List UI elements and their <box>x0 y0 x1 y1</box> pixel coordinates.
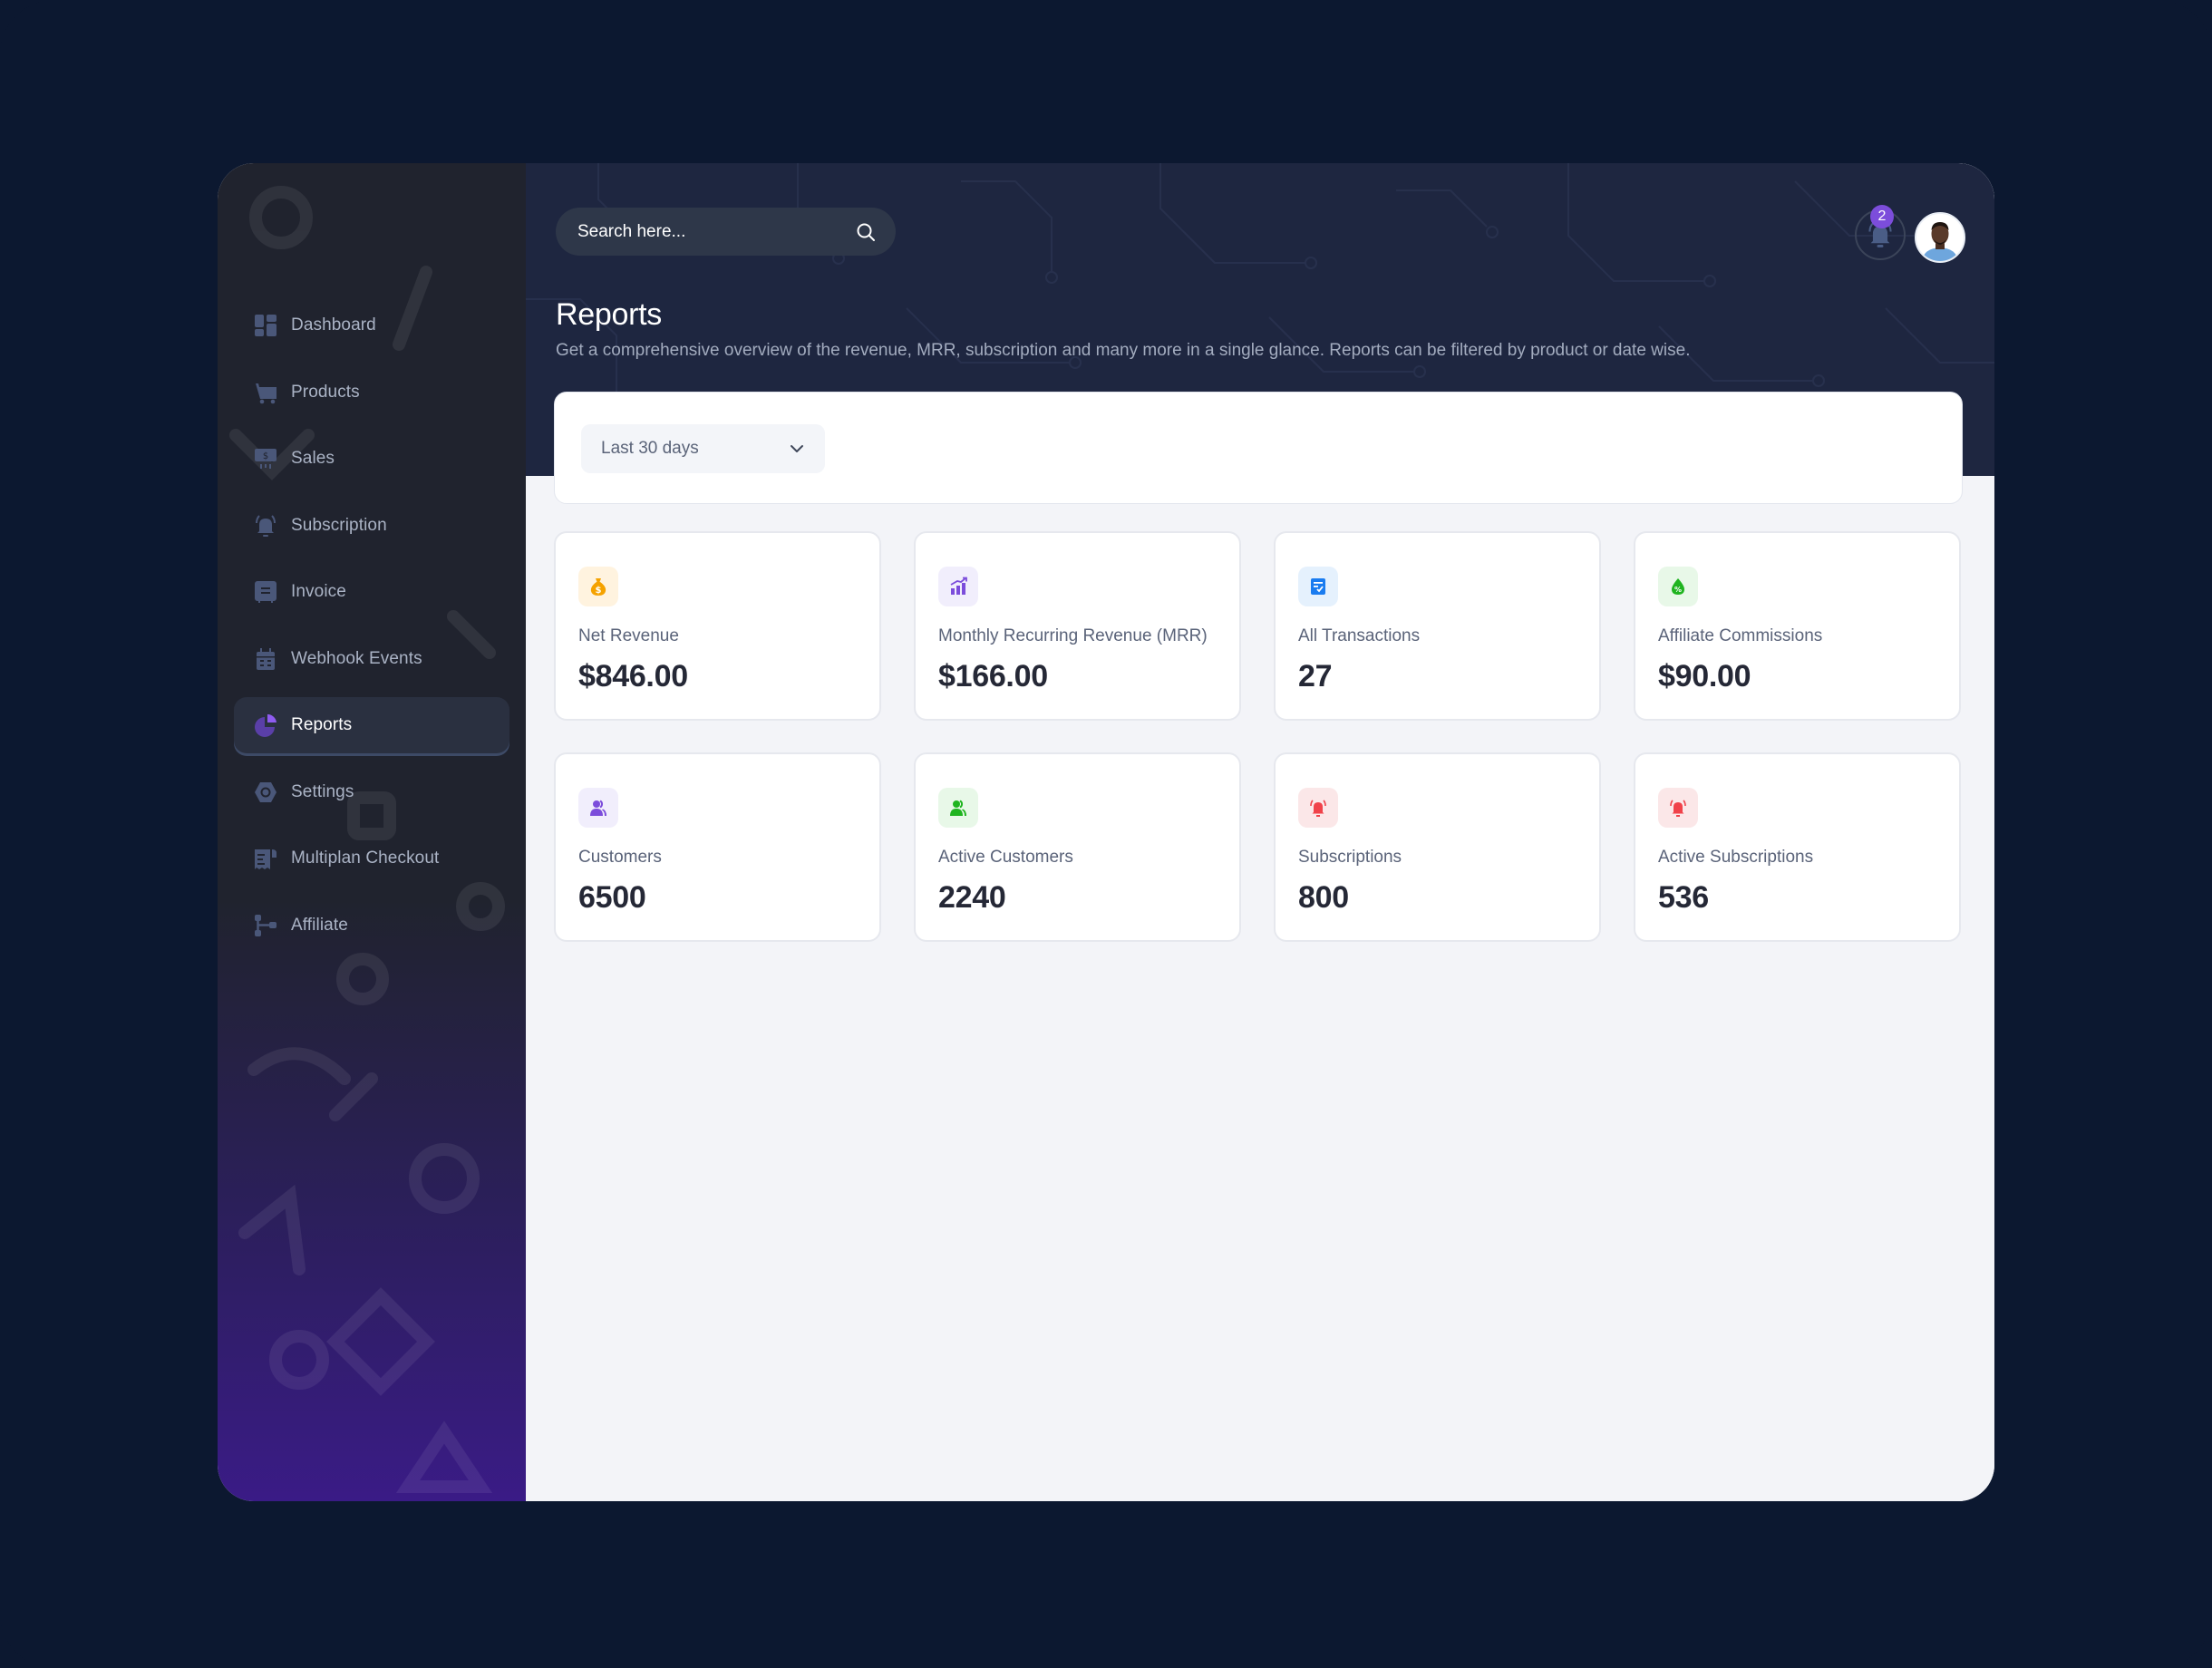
sidebar-item-label: Reports <box>291 715 353 734</box>
alarm-bell-icon <box>1310 800 1326 817</box>
affiliate-icon <box>254 914 277 937</box>
alarm-bell-icon <box>1670 800 1686 817</box>
stat-label: Net Revenue <box>578 626 679 645</box>
stat-icon-badge <box>938 788 978 828</box>
stat-icon-badge <box>1298 567 1338 606</box>
stat-label: Subscriptions <box>1298 848 1402 867</box>
page-description: Get a comprehensive overview of the reve… <box>556 341 1691 360</box>
stat-label: All Transactions <box>1298 626 1421 645</box>
sidebar-item-label: Webhook Events <box>291 648 422 668</box>
main-content: 2 Reports Get a comprehensive overview o… <box>526 163 1994 1501</box>
stat-value: 6500 <box>578 880 646 915</box>
stat-card-subscriptions: Subscriptions 800 <box>1274 752 1601 942</box>
money-bag-icon: $ <box>590 578 606 596</box>
invoice-icon <box>254 580 277 604</box>
stat-icon-badge <box>578 788 618 828</box>
avatar-image <box>1916 214 1964 261</box>
stat-icon-badge <box>1658 788 1698 828</box>
chevron-down-icon <box>791 445 803 452</box>
stat-label: Monthly Recurring Revenue (MRR) <box>938 626 1208 645</box>
search-input[interactable] <box>577 221 856 242</box>
stat-icon-badge <box>938 567 978 606</box>
sidebar-item-sales[interactable]: $ Sales <box>234 431 509 487</box>
stats-grid: $ Net Revenue $846.00 Monthly Recurring … <box>554 531 1961 942</box>
sales-icon: $ <box>254 447 277 470</box>
stat-card-all-transactions: All Transactions 27 <box>1274 531 1601 721</box>
sidebar-item-label: Invoice <box>291 582 346 601</box>
sidebar: Dashboard Products $ Sales Subscription … <box>218 163 526 1501</box>
svg-text:%: % <box>1674 586 1682 594</box>
stat-value: 27 <box>1298 659 1333 693</box>
sidebar-nav: Dashboard Products $ Sales Subscription … <box>234 297 509 964</box>
bell-icon <box>254 514 277 538</box>
page-title: Reports <box>556 297 662 332</box>
stat-card-affiliate-commissions: % Affiliate Commissions $90.00 <box>1634 531 1961 721</box>
stat-value: $166.00 <box>938 659 1048 693</box>
sidebar-item-label: Affiliate <box>291 915 348 935</box>
dashboard-icon <box>254 314 277 337</box>
sidebar-item-label: Sales <box>291 449 335 468</box>
settings-icon <box>254 781 277 804</box>
stat-value: 2240 <box>938 880 1006 915</box>
stat-card-net-revenue: $ Net Revenue $846.00 <box>554 531 881 721</box>
stat-card-mrr: Monthly Recurring Revenue (MRR) $166.00 <box>914 531 1241 721</box>
stat-card-customers: Customers 6500 <box>554 752 881 942</box>
sidebar-item-products[interactable]: Products <box>234 364 509 421</box>
stat-card-active-subscriptions: Active Subscriptions 536 <box>1634 752 1961 942</box>
app-window: Dashboard Products $ Sales Subscription … <box>218 163 1994 1501</box>
pie-chart-icon <box>254 713 277 737</box>
sidebar-item-label: Settings <box>291 781 354 801</box>
stat-value: 800 <box>1298 880 1349 915</box>
users-icon <box>950 800 966 816</box>
notification-badge: 2 <box>1870 205 1894 228</box>
stat-label: Affiliate Commissions <box>1658 626 1823 645</box>
stat-label: Customers <box>578 848 662 867</box>
svg-text:$: $ <box>596 586 602 596</box>
sidebar-item-settings[interactable]: Settings <box>234 764 509 820</box>
sidebar-item-label: Dashboard <box>291 315 376 335</box>
stat-value: $846.00 <box>578 659 688 693</box>
sidebar-item-label: Subscription <box>291 515 387 535</box>
commission-icon: % <box>1672 578 1684 595</box>
sidebar-item-invoice[interactable]: Invoice <box>234 564 509 620</box>
sidebar-item-webhook-events[interactable]: Webhook Events <box>234 631 509 687</box>
stat-value: $90.00 <box>1658 659 1751 693</box>
stat-value: 536 <box>1658 880 1709 915</box>
sidebar-item-subscription[interactable]: Subscription <box>234 498 509 554</box>
sidebar-item-label: Products <box>291 382 360 402</box>
stat-card-active-customers: Active Customers 2240 <box>914 752 1241 942</box>
users-icon <box>590 800 606 816</box>
sidebar-item-affiliate[interactable]: Affiliate <box>234 897 509 954</box>
search-icon[interactable] <box>856 222 876 242</box>
cart-icon <box>254 381 277 404</box>
sidebar-item-label: Multiplan Checkout <box>291 849 440 868</box>
receipt-icon <box>254 847 277 870</box>
calendar-icon <box>254 647 277 671</box>
date-range-value: Last 30 days <box>601 439 699 458</box>
sidebar-item-dashboard[interactable]: Dashboard <box>234 297 509 354</box>
stat-icon-badge: % <box>1658 567 1698 606</box>
stat-icon-badge: $ <box>578 567 618 606</box>
user-avatar[interactable] <box>1915 212 1965 263</box>
transactions-icon <box>1311 578 1325 595</box>
stat-label: Active Customers <box>938 848 1073 867</box>
stat-icon-badge <box>1298 788 1338 828</box>
date-range-select[interactable]: Last 30 days <box>581 424 825 473</box>
growth-chart-icon <box>950 577 967 595</box>
filter-panel: Last 30 days <box>554 392 1963 504</box>
sidebar-item-multiplan-checkout[interactable]: Multiplan Checkout <box>234 830 509 887</box>
svg-text:$: $ <box>263 451 268 461</box>
search-bar[interactable] <box>556 208 896 256</box>
sidebar-item-reports[interactable]: Reports <box>234 697 509 753</box>
screen-background: Dashboard Products $ Sales Subscription … <box>0 0 2212 1668</box>
stat-label: Active Subscriptions <box>1658 848 1814 867</box>
